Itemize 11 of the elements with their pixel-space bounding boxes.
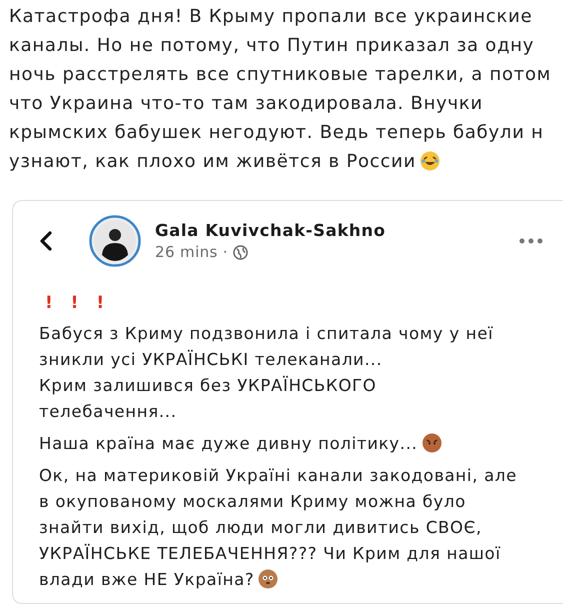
post-text: Наша країна має дуже дивну політику... — [39, 434, 418, 453]
back-icon[interactable] — [39, 230, 53, 252]
more-icon[interactable] — [519, 238, 543, 244]
separator-dot: · — [222, 243, 228, 261]
post-time: 26 mins — [155, 243, 218, 261]
author-name[interactable]: Gala Kuvivchak-Sakhno — [155, 221, 519, 240]
post-text: Бабуся з Криму подзвонила і спитала чому у неї зникли усі УКРАЇНСЬКІ телеканали... — [39, 324, 494, 369]
post-text: Катастрофа дня! В Крыму пропали все украинские каналы. Но не потому, что Путин приказал за одну ночь расстрелять все спутниковые тарелки, а потом что Украина что-то там закодировала. Внучки крымских бабушек негодуют. Ведь теперь бабули н узнают, как плохо им живётся в России — [9, 6, 552, 172]
post-text: Ок, на материковій Україні канали закодовані, але в окупованому москалями Криму можна було знайти вихід, щоб люди могли дивитись СВОЄ, УКРАЇНСЬКЕ ТЕЛЕБАЧЕННЯ??? Чи Крим для нашої влади вже НЕ Україна? — [39, 466, 517, 589]
exclamation-marks: ! ! ! — [45, 293, 110, 313]
post-text: Крим залишився без УКРАЇНСЬКОГО телебачення... — [39, 376, 376, 421]
